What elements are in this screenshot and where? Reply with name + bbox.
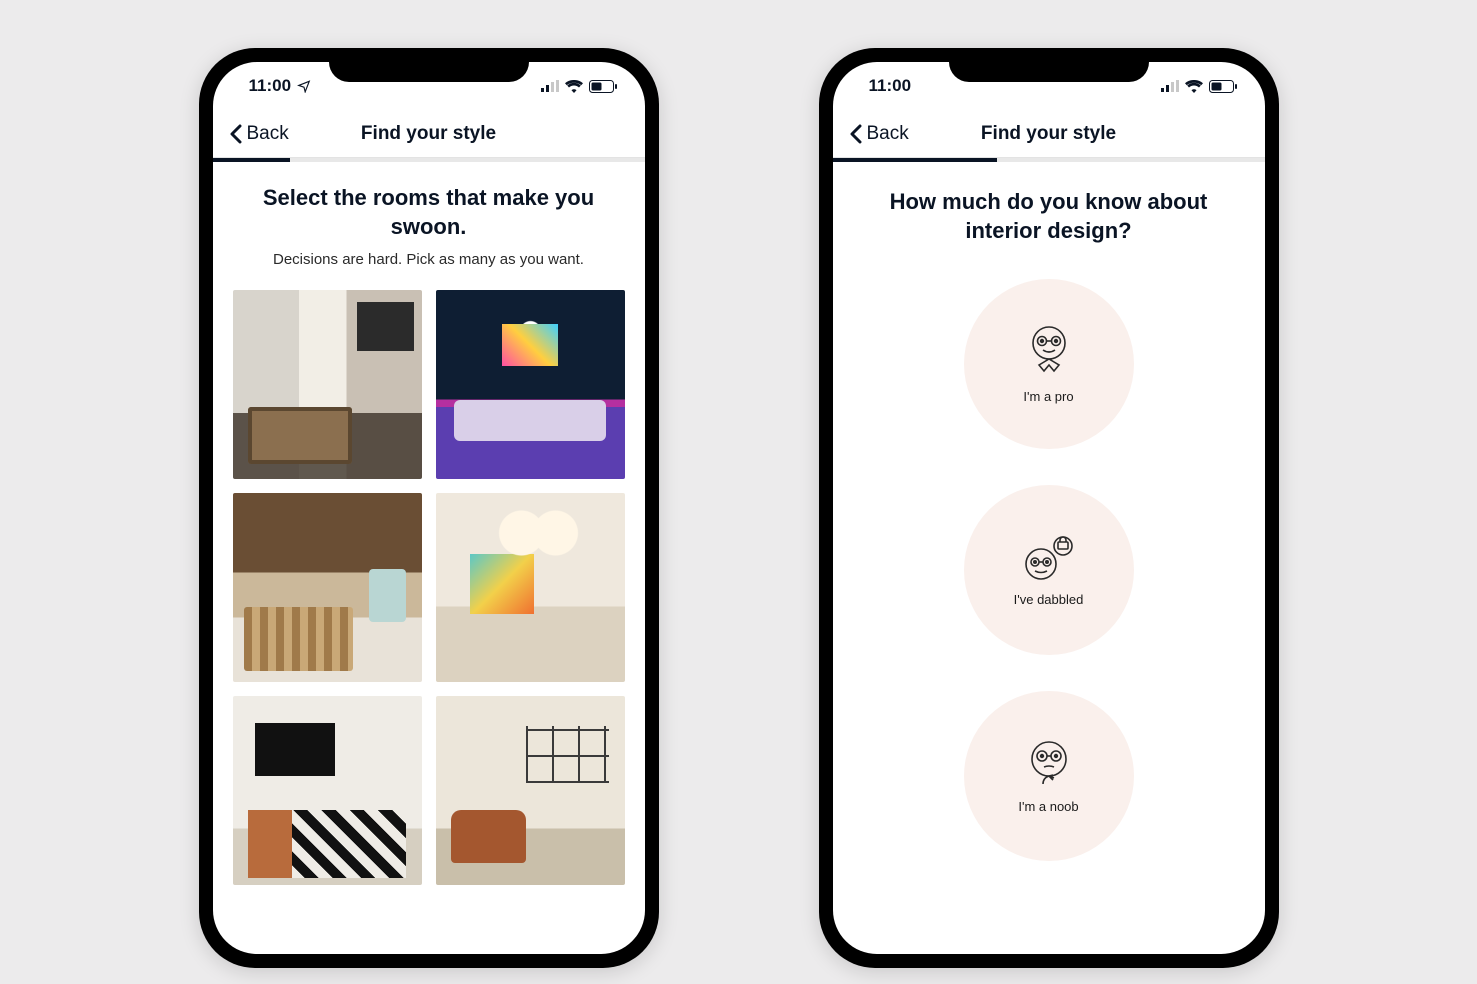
- cellular-icon: [1161, 80, 1179, 92]
- option-pro[interactable]: I'm a pro: [964, 279, 1134, 449]
- progress-bar: [833, 158, 1265, 162]
- status-right: [1161, 80, 1237, 93]
- phone-mockup-right: 11:00 Back Find your style How much do y…: [819, 48, 1279, 968]
- chevron-left-icon: [849, 124, 863, 144]
- page-heading: Select the rooms that make you swoon.: [245, 184, 613, 241]
- option-dabbled[interactable]: I've dabbled: [964, 485, 1134, 655]
- page-heading: How much do you know about interior desi…: [871, 188, 1227, 245]
- back-button[interactable]: Back: [229, 123, 289, 145]
- status-time: 11:00: [869, 76, 912, 96]
- status-time: 11:00: [249, 76, 292, 96]
- dabbled-face-icon: [1021, 534, 1077, 582]
- room-tile-1[interactable]: [233, 290, 422, 479]
- options-list: I'm a pro I've dabbled: [853, 279, 1245, 861]
- status-right: [541, 80, 617, 93]
- noob-face-icon: [1025, 739, 1073, 789]
- status-left: 11:00: [249, 76, 312, 96]
- option-label: I've dabbled: [1014, 592, 1084, 607]
- content-area: Select the rooms that make you swoon. De…: [213, 162, 645, 954]
- back-button[interactable]: Back: [849, 123, 909, 145]
- back-label: Back: [247, 123, 289, 145]
- device-notch: [329, 48, 529, 82]
- battery-icon: [1209, 80, 1237, 93]
- location-icon: [297, 79, 311, 93]
- room-tile-6[interactable]: [436, 696, 625, 885]
- room-tile-4[interactable]: [436, 493, 625, 682]
- back-label: Back: [867, 123, 909, 145]
- option-label: I'm a pro: [1023, 389, 1073, 404]
- content-area: How much do you know about interior desi…: [833, 162, 1265, 954]
- room-tile-5[interactable]: [233, 696, 422, 885]
- option-label: I'm a noob: [1018, 799, 1078, 814]
- chevron-left-icon: [229, 124, 243, 144]
- progress-fill: [833, 158, 997, 162]
- nav-title: Find your style: [361, 123, 496, 145]
- cellular-icon: [541, 80, 559, 92]
- screen-right: 11:00 Back Find your style How much do y…: [833, 62, 1265, 954]
- wifi-icon: [1185, 80, 1203, 93]
- phone-mockup-left: 11:00 Back Find your style Select the ro…: [199, 48, 659, 968]
- nav-bar: Back Find your style: [833, 110, 1265, 158]
- room-tile-3[interactable]: [233, 493, 422, 682]
- page-subheading: Decisions are hard. Pick as many as you …: [233, 251, 625, 268]
- rooms-grid: [233, 290, 625, 885]
- screen-left: 11:00 Back Find your style Select the ro…: [213, 62, 645, 954]
- battery-icon: [589, 80, 617, 93]
- pro-face-icon: [1025, 325, 1073, 379]
- wifi-icon: [565, 80, 583, 93]
- room-tile-2[interactable]: [436, 290, 625, 479]
- option-noob[interactable]: I'm a noob: [964, 691, 1134, 861]
- status-left: 11:00: [869, 76, 912, 96]
- progress-bar: [213, 158, 645, 162]
- device-notch: [949, 48, 1149, 82]
- nav-bar: Back Find your style: [213, 110, 645, 158]
- nav-title: Find your style: [981, 123, 1116, 145]
- progress-fill: [213, 158, 291, 162]
